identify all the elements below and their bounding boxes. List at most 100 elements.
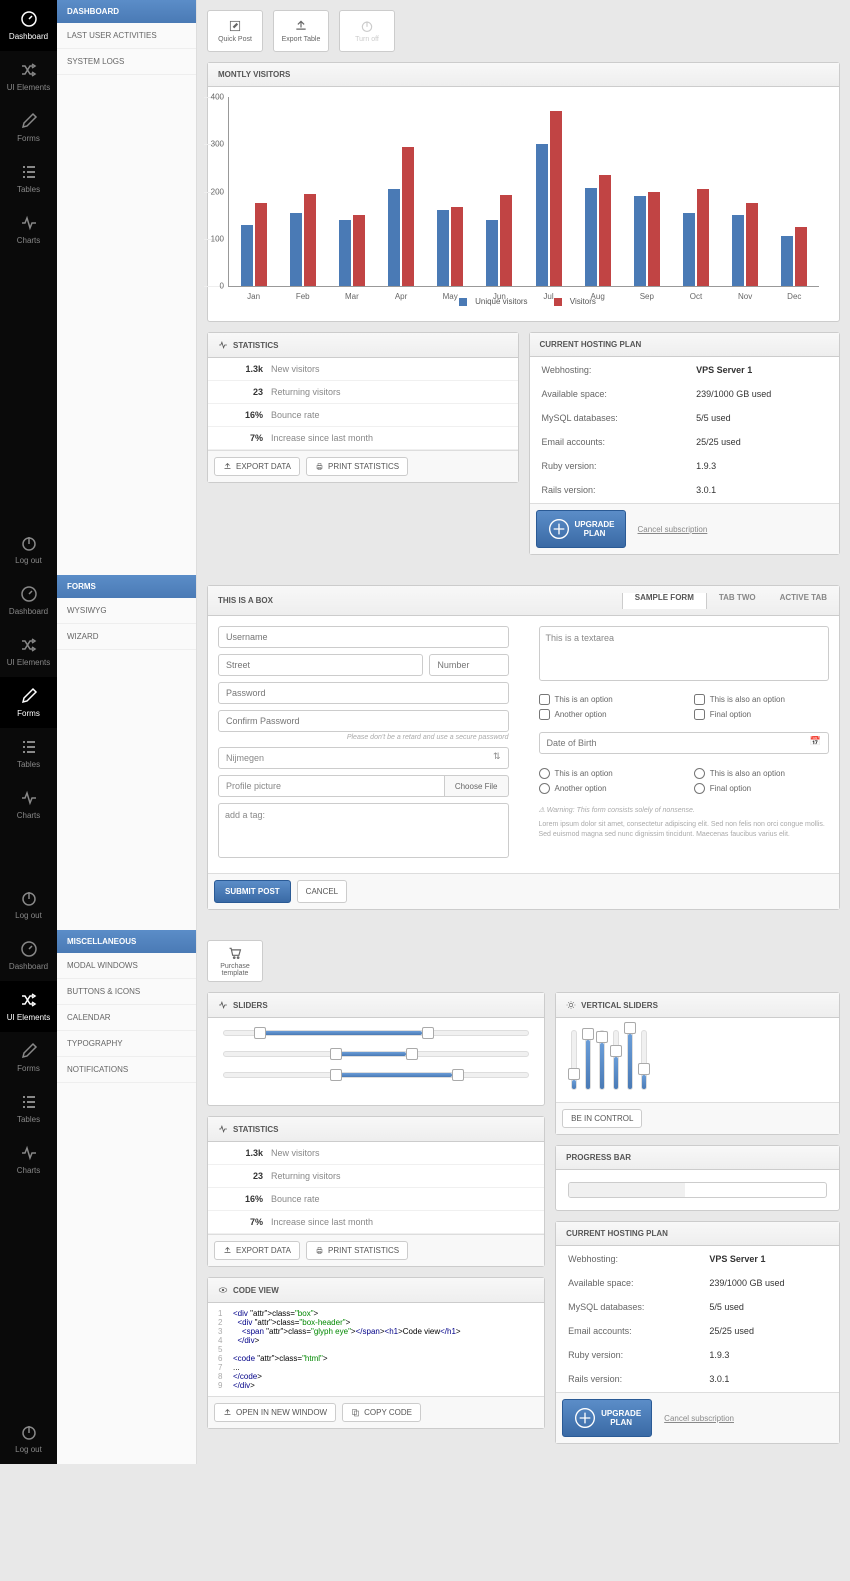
vertical-slider[interactable] (585, 1030, 591, 1090)
bar-unique (437, 210, 449, 286)
sidebar-item[interactable]: WIZARD (57, 624, 196, 650)
checkbox-option[interactable]: Final option (694, 709, 829, 720)
tab[interactable]: TAB TWO (707, 593, 768, 608)
nav-dashboard[interactable]: Dashboard (0, 0, 57, 51)
table-row: Ruby version:1.9.3 (558, 1344, 837, 1366)
upgrade-plan-button[interactable]: UPGRADE PLAN (536, 510, 626, 548)
nav-logout[interactable]: Log out (0, 879, 57, 930)
y-tick: 200 (211, 187, 224, 196)
navbar: DashboardUI ElementsFormsTablesCharts Log… (0, 575, 57, 930)
slider[interactable] (223, 1072, 529, 1078)
nav-charts[interactable]: Charts (0, 204, 57, 255)
code-line: 5 (218, 1345, 534, 1354)
main-textarea[interactable]: This is a textarea (539, 626, 830, 681)
nav-ui-elements[interactable]: UI Elements (0, 51, 57, 102)
profile-picture-input[interactable]: Profile picture (218, 775, 445, 797)
hosting-box: CURRENT HOSTING PLAN Webhosting:VPS Serv… (555, 1221, 840, 1444)
cancel-subscription-link[interactable]: Cancel subscription (638, 525, 708, 534)
pulse-icon (218, 340, 228, 350)
password-input[interactable] (218, 682, 509, 704)
sidebar-item[interactable]: TYPOGRAPHY (57, 1031, 196, 1057)
cancel-button[interactable]: CANCEL (297, 880, 347, 903)
radio-option[interactable]: This is also an option (694, 768, 829, 779)
nav-tables[interactable]: Tables (0, 728, 57, 779)
upgrade-plan-button[interactable]: UPGRADE PLAN (562, 1399, 652, 1437)
pulse-icon (20, 1144, 38, 1162)
be-in-control-button[interactable]: BE IN CONTROL (562, 1109, 642, 1128)
choose-file-button[interactable]: Choose File (445, 775, 509, 797)
bar-unique (388, 189, 400, 286)
tab[interactable]: SAMPLE FORM (622, 593, 707, 609)
stat-row: 7%Increase since last month (208, 1211, 544, 1234)
dob-input[interactable] (539, 732, 830, 754)
open-new-window-button[interactable]: OPEN IN NEW WINDOW (214, 1403, 336, 1422)
sidebar-item[interactable]: SYSTEM LOGS (57, 49, 196, 75)
vertical-slider[interactable] (571, 1030, 577, 1090)
share-icon (223, 462, 232, 471)
bar-unique (634, 196, 646, 286)
sidebar-item[interactable]: MODAL WINDOWS (57, 953, 196, 979)
copy-code-button[interactable]: COPY CODE (342, 1403, 421, 1422)
vertical-slider[interactable] (613, 1030, 619, 1090)
radio-option[interactable]: Final option (694, 783, 829, 794)
username-input[interactable] (218, 626, 509, 648)
checkbox-option[interactable]: This is also an option (694, 694, 829, 705)
code-line: 6<code "attr">class="html"> (218, 1354, 534, 1363)
vertical-slider[interactable] (599, 1030, 605, 1090)
nav-forms[interactable]: Forms (0, 1032, 57, 1083)
nav-dashboard[interactable]: Dashboard (0, 575, 57, 626)
sidebar-item[interactable]: NOTIFICATIONS (57, 1057, 196, 1083)
export-data-button[interactable]: EXPORT DATA (214, 457, 300, 476)
slider[interactable] (223, 1030, 529, 1036)
pulse-icon (218, 1124, 228, 1134)
cancel-subscription-link[interactable]: Cancel subscription (664, 1414, 734, 1423)
nav-charts[interactable]: Charts (0, 1134, 57, 1185)
nav-logout[interactable]: Log out (0, 524, 57, 575)
code-line: 8</code> (218, 1372, 534, 1381)
submit-post-button[interactable]: SUBMIT POST (214, 880, 291, 903)
purchase-template-button[interactable]: Purchase template (207, 940, 263, 982)
pulse-icon (20, 789, 38, 807)
checkbox-option[interactable]: Another option (539, 709, 674, 720)
export-data-button[interactable]: EXPORT DATA (214, 1241, 300, 1260)
sidebar-item[interactable]: CALENDAR (57, 1005, 196, 1031)
print-statistics-button[interactable]: PRINT STATISTICS (306, 1241, 408, 1260)
street-input[interactable] (218, 654, 423, 676)
nav-tables[interactable]: Tables (0, 153, 57, 204)
nav-dashboard[interactable]: Dashboard (0, 930, 57, 981)
nav-forms[interactable]: Forms (0, 677, 57, 728)
export-table-button[interactable]: Export Table (273, 10, 329, 52)
bar-visitors (353, 215, 365, 286)
vertical-slider[interactable] (641, 1030, 647, 1090)
shuffle-icon (20, 636, 38, 654)
radio-option[interactable]: Another option (539, 783, 674, 794)
print-statistics-button[interactable]: PRINT STATISTICS (306, 457, 408, 476)
number-input[interactable] (429, 654, 508, 676)
sidebar-item[interactable]: WYSIWYG (57, 598, 196, 624)
nav-forms[interactable]: Forms (0, 102, 57, 153)
nav-logout[interactable]: Log out (0, 1413, 57, 1464)
checkbox-option[interactable]: This is an option (539, 694, 674, 705)
progress-box: PROGRESS BAR (555, 1145, 840, 1211)
quick-post-button[interactable]: Quick Post (207, 10, 263, 52)
shuffle-icon (20, 991, 38, 1009)
slider[interactable] (223, 1051, 529, 1057)
code-box: CODE VIEW 1<div "attr">class="box">2 <di… (207, 1277, 545, 1429)
gear-icon (566, 1000, 576, 1010)
sidebar: MISCELLANEOUSMODAL WINDOWSBUTTONS & ICON… (57, 930, 197, 1464)
sidebar-header: MISCELLANEOUS (57, 930, 196, 953)
nav-ui-elements[interactable]: UI Elements (0, 981, 57, 1032)
bar-unique (339, 220, 351, 286)
nav-charts[interactable]: Charts (0, 779, 57, 830)
tag-textarea[interactable]: add a tag: (218, 803, 509, 858)
city-select[interactable]: Nijmegen (218, 747, 509, 769)
vertical-slider[interactable] (627, 1030, 633, 1090)
nav-tables[interactable]: Tables (0, 1083, 57, 1134)
nav-ui-elements[interactable]: UI Elements (0, 626, 57, 677)
confirm-password-input[interactable] (218, 710, 509, 732)
code-line: 9</div> (218, 1381, 534, 1390)
radio-option[interactable]: This is an option (539, 768, 674, 779)
sidebar-item[interactable]: BUTTONS & ICONS (57, 979, 196, 1005)
sidebar-item[interactable]: LAST USER ACTIVITIES (57, 23, 196, 49)
tab[interactable]: ACTIVE TAB (768, 593, 839, 608)
